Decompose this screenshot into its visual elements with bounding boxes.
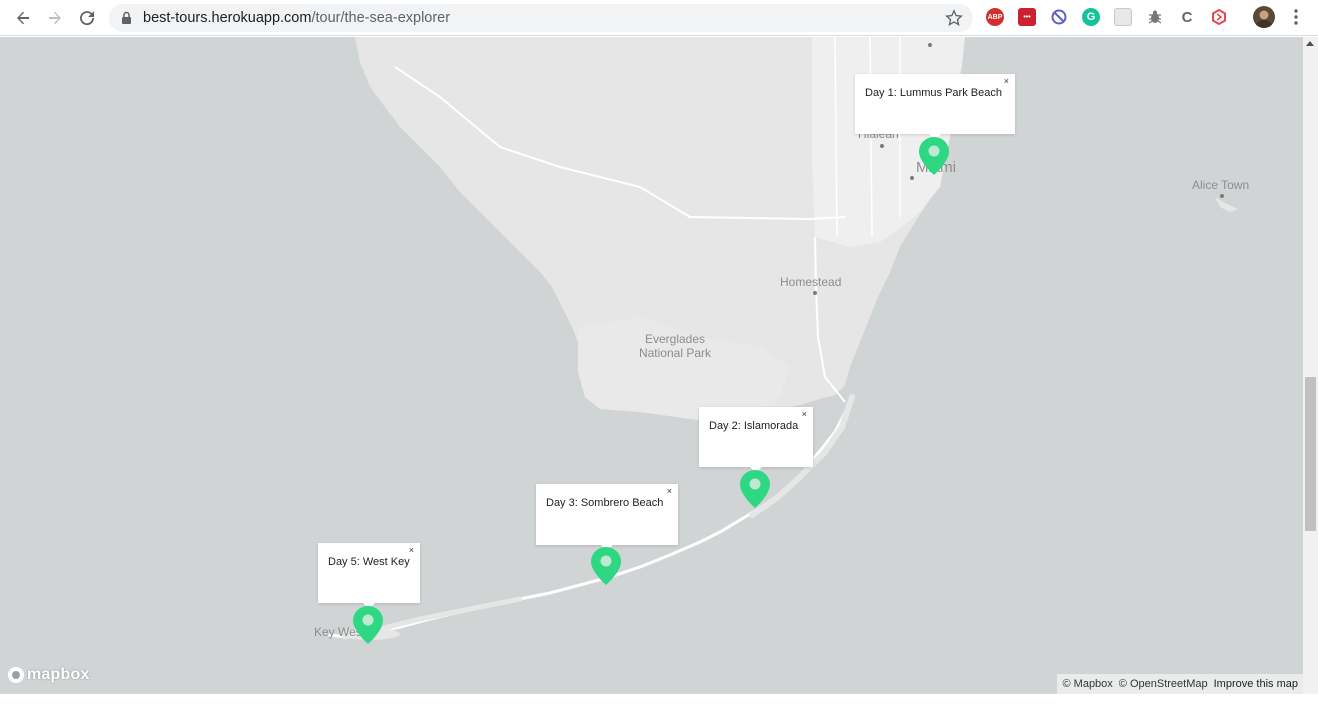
scroll-up-arrow-icon[interactable]: [1306, 41, 1314, 46]
bookmark-star-icon[interactable]: [945, 9, 963, 27]
place-label-everglades: Everglades National Park: [635, 332, 715, 360]
city-dot: [880, 144, 884, 148]
bahamas-island: [1215, 197, 1238, 212]
popup-label: Day 3: Sombrero Beach: [546, 497, 664, 509]
url-path: /tour/the-sea-explorer: [311, 10, 451, 26]
map-marker-pin-icon[interactable]: [352, 605, 384, 645]
city-dot: [928, 43, 932, 47]
place-label-everglades-line1: Everglades: [644, 332, 706, 346]
popup-day-2[interactable]: Day 2: Islamorada ×: [699, 407, 813, 473]
adblock-icon[interactable]: ABP: [986, 8, 1004, 26]
mapbox-logo-text: mapbox: [27, 666, 90, 683]
place-label-everglades-line2: National Park: [638, 346, 712, 360]
grammarly-icon[interactable]: G: [1082, 8, 1100, 26]
popup-day-3[interactable]: Day 3: Sombrero Beach ×: [536, 484, 678, 551]
page-bottom-edge: [0, 694, 1318, 706]
map-marker-pin-icon[interactable]: [590, 546, 622, 586]
lastpass-icon[interactable]: •••: [1018, 8, 1036, 26]
city-dot: [910, 176, 914, 180]
place-label-alice-town: Alice Town: [1192, 178, 1250, 192]
city-dot: [1220, 194, 1224, 198]
browser-toolbar: best-tours.herokuapp.com/tour/the-sea-ex…: [0, 0, 1318, 36]
address-bar[interactable]: best-tours.herokuapp.com/tour/the-sea-ex…: [109, 4, 973, 32]
map-marker-pin-icon[interactable]: [739, 469, 771, 509]
map-base-layer: [328, 37, 1238, 640]
blocker-icon[interactable]: [1050, 8, 1068, 26]
scrollbar-thumb[interactable]: [1305, 377, 1316, 531]
map-marker-pin-icon[interactable]: [918, 136, 950, 176]
tour-map[interactable]: Alice Town Homestead Everglades National…: [0, 37, 1303, 694]
mapbox-logo-icon: [8, 667, 24, 683]
popup-label: Day 5: West Key: [328, 556, 410, 568]
attribution-mapbox-link[interactable]: © Mapbox: [1063, 678, 1113, 690]
place-label-homestead: Homestead: [780, 275, 842, 289]
bug-icon[interactable]: [1146, 8, 1164, 26]
code-icon[interactable]: C: [1178, 8, 1196, 26]
extension-icon[interactable]: [1114, 8, 1132, 26]
city-dot: [813, 291, 817, 295]
menu-dots-icon[interactable]: [1288, 8, 1304, 26]
profile-avatar[interactable]: [1253, 6, 1275, 28]
forward-icon[interactable]: [43, 6, 67, 30]
popup-day-1[interactable]: Day 1: Lummus Park Beach ×: [855, 74, 1015, 140]
reload-icon[interactable]: [75, 6, 99, 30]
popup-close-button[interactable]: ×: [1004, 76, 1009, 86]
popup-close-button[interactable]: ×: [409, 545, 414, 555]
attribution-osm-link[interactable]: © OpenStreetMap: [1119, 678, 1208, 690]
back-icon[interactable]: [11, 6, 35, 30]
url-text[interactable]: best-tours.herokuapp.com/tour/the-sea-ex…: [143, 10, 450, 26]
popup-label: Day 2: Islamorada: [709, 420, 799, 432]
url-host: best-tours.herokuapp.com: [143, 10, 312, 26]
popup-label: Day 1: Lummus Park Beach: [865, 87, 1002, 99]
improve-map-link[interactable]: Improve this map: [1214, 678, 1298, 690]
popup-close-button[interactable]: ×: [802, 409, 807, 419]
mapbox-logo[interactable]: mapbox: [8, 666, 90, 684]
page-scrollbar[interactable]: [1303, 37, 1318, 694]
hexagon-icon[interactable]: [1210, 8, 1228, 26]
popup-day-5[interactable]: Day 5: West Key ×: [318, 543, 420, 609]
lock-icon[interactable]: [121, 11, 132, 25]
map-attribution: © Mapbox © OpenStreetMap Improve this ma…: [1056, 674, 1303, 694]
popup-close-button[interactable]: ×: [667, 486, 672, 496]
